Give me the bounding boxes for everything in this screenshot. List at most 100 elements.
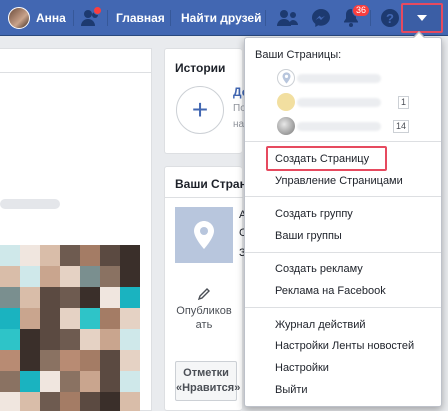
blurred-page-name bbox=[297, 122, 381, 131]
page-list-item[interactable]: 14 bbox=[277, 117, 427, 135]
photo-pixel bbox=[40, 308, 60, 329]
create-group-item[interactable]: Создать группу bbox=[275, 208, 353, 220]
photo-pixel bbox=[120, 245, 140, 266]
page-count-badge: 1 bbox=[397, 96, 409, 109]
menu-divider bbox=[245, 196, 441, 197]
photo-pixel bbox=[80, 287, 100, 308]
nav-divider bbox=[73, 10, 74, 26]
likes-label: «Нравится» bbox=[176, 382, 241, 394]
blurred-text bbox=[0, 199, 60, 209]
svg-text:?: ? bbox=[386, 11, 394, 26]
publish-label: ать bbox=[195, 319, 213, 331]
map-pin-icon bbox=[277, 69, 295, 87]
create-ad-item[interactable]: Создать рекламу bbox=[275, 263, 363, 275]
page-list-item[interactable]: 1 bbox=[277, 93, 427, 111]
pencil-icon bbox=[197, 288, 210, 301]
logout-item[interactable]: Выйти bbox=[275, 384, 308, 396]
photo-pixel bbox=[40, 329, 60, 350]
help-icon[interactable]: ? bbox=[377, 6, 403, 30]
photo-pixel bbox=[60, 350, 80, 371]
news-feed-preferences-item[interactable]: Настройки Ленты новостей bbox=[275, 340, 414, 352]
nav-divider bbox=[170, 10, 171, 26]
photo-pixel bbox=[0, 245, 20, 266]
find-friends-link[interactable]: Найти друзей bbox=[181, 11, 261, 25]
page-count-badge: 14 bbox=[392, 120, 409, 133]
photo-pixel bbox=[0, 329, 20, 350]
photo-pixel bbox=[100, 308, 120, 329]
photo-pixel bbox=[80, 350, 100, 371]
page-list-item[interactable] bbox=[277, 69, 427, 87]
your-groups-item[interactable]: Ваши группы bbox=[275, 230, 342, 242]
photo-pixel bbox=[0, 308, 20, 329]
profile-link[interactable]: Анна bbox=[8, 6, 66, 30]
photo-pixel bbox=[60, 308, 80, 329]
photo-pixel bbox=[40, 350, 60, 371]
publish-button[interactable]: Опубликов ать bbox=[165, 287, 243, 332]
page-thumbnail[interactable] bbox=[175, 207, 233, 263]
photo-pixel bbox=[40, 287, 60, 308]
photo-pixel bbox=[100, 350, 120, 371]
account-dropdown-menu: Ваши Страницы: 1 14 Создать Страницу Упр… bbox=[244, 37, 442, 407]
photo-pixel bbox=[100, 287, 120, 308]
photo-pixel bbox=[40, 371, 60, 392]
photo-pixel bbox=[60, 245, 80, 266]
notifications-button[interactable]: 36 bbox=[338, 4, 371, 30]
photo-pixel bbox=[60, 266, 80, 287]
your-pages-panel: Ваши Страни А С З Опубликов ать Отметки … bbox=[164, 166, 254, 411]
add-story-button[interactable]: + bbox=[176, 86, 224, 134]
photo-pixel bbox=[60, 329, 80, 350]
pixelated-photo bbox=[0, 245, 140, 411]
photo-pixel bbox=[20, 371, 40, 392]
stories-desc-line: на bbox=[233, 119, 245, 130]
photo-pixel bbox=[120, 392, 140, 411]
blurred-page-name bbox=[297, 74, 381, 83]
divider bbox=[165, 197, 243, 198]
notifications-badge: 36 bbox=[352, 4, 371, 17]
nav-divider bbox=[370, 10, 371, 26]
activity-log-item[interactable]: Журнал действий bbox=[275, 319, 366, 331]
photo-pixel bbox=[20, 287, 40, 308]
likes-button[interactable]: Отметки «Нравится» bbox=[175, 361, 241, 401]
messenger-icon[interactable] bbox=[308, 6, 334, 30]
account-menu-button[interactable] bbox=[401, 3, 443, 33]
photo-pixel bbox=[80, 266, 100, 287]
friends-icon[interactable] bbox=[275, 6, 301, 30]
your-pages-header: Ваши Страницы: bbox=[255, 49, 342, 61]
create-page-item[interactable]: Создать Страницу bbox=[275, 153, 369, 165]
publish-label: Опубликов bbox=[176, 305, 232, 317]
photo-pixel bbox=[100, 266, 120, 287]
photo-pixel bbox=[40, 266, 60, 287]
photo-pixel bbox=[100, 392, 120, 411]
manage-pages-item[interactable]: Управление Страницами bbox=[275, 175, 403, 187]
nav-divider bbox=[107, 10, 108, 26]
photo-pixel bbox=[20, 329, 40, 350]
settings-item[interactable]: Настройки bbox=[275, 362, 329, 374]
photo-pixel bbox=[100, 329, 120, 350]
menu-divider bbox=[245, 307, 441, 308]
photo-pixel bbox=[20, 308, 40, 329]
facebook-ads-item[interactable]: Реклама на Facebook bbox=[275, 285, 386, 297]
photo-pixel bbox=[80, 245, 100, 266]
photo-pixel bbox=[20, 392, 40, 411]
photo-pixel bbox=[60, 392, 80, 411]
menu-divider bbox=[245, 141, 441, 142]
map-pin-icon bbox=[194, 221, 214, 249]
photo-pixel bbox=[80, 392, 100, 411]
your-pages-title: Ваши Страни bbox=[175, 177, 255, 191]
photo-pixel bbox=[100, 371, 120, 392]
photo-pixel bbox=[120, 371, 140, 392]
photo-pixel bbox=[120, 350, 140, 371]
photo-pixel bbox=[20, 266, 40, 287]
photo-pixel bbox=[40, 245, 60, 266]
photo-pixel bbox=[0, 266, 20, 287]
photo-pixel bbox=[20, 245, 40, 266]
page-avatar bbox=[277, 93, 295, 111]
top-navigation-bar: Анна Главная Найти друзей 36 ? bbox=[0, 0, 448, 36]
avatar bbox=[8, 7, 30, 29]
photo-pixel bbox=[100, 245, 120, 266]
home-link[interactable]: Главная bbox=[116, 11, 165, 25]
friend-requests-icon[interactable] bbox=[80, 6, 102, 28]
nav-divider bbox=[265, 10, 266, 26]
friend-requests-badge bbox=[93, 6, 102, 15]
page-avatar bbox=[277, 117, 295, 135]
